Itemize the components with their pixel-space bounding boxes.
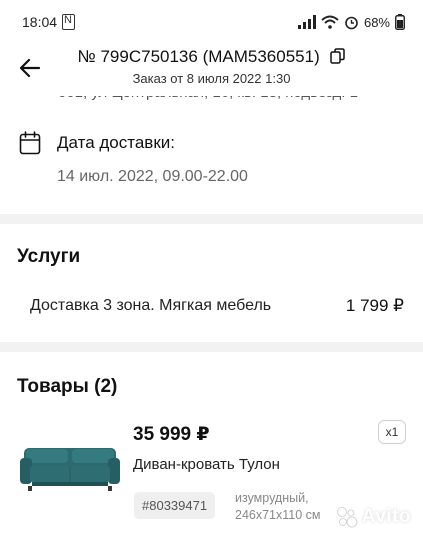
section-divider [0,214,423,224]
product-name[interactable]: Диван-кровать Тулон [133,456,280,473]
status-time: 18:04 [22,14,58,30]
order-date: Заказ от 8 июля 2022 1:30 [132,71,291,86]
service-price: 1 799 ₽ [345,296,404,315]
battery-percent: 68% [363,14,390,30]
status-icons: 68% [297,13,405,31]
order-number: № 799C750136 (MAM5360551) [77,47,320,66]
signal-icon [297,15,316,29]
product-dimensions: 246x71x110 см [235,508,321,522]
product-image[interactable] [18,438,122,494]
quantity-badge: x1 [378,420,406,444]
product-color: изумрудный, [235,491,309,505]
order-title: № 799C750136 (MAM5360551) [0,47,423,67]
products-title: Товары (2) [17,376,118,397]
product-price: 35 999 ₽ [133,424,210,445]
status-bar: 18:04 68% [0,0,423,44]
nfc-icon [62,14,75,30]
alarm-icon [345,16,358,29]
battery-icon [395,14,405,30]
copy-icon[interactable] [330,48,346,64]
avito-watermark: Avito [336,506,411,528]
delivery-date-label: Дата доставки: [57,133,175,152]
services-title: Услуги [17,246,81,267]
watermark-text: Avito [361,506,411,527]
sku-chip[interactable]: #80339471 [134,492,216,519]
product-attributes: изумрудный, 246x71x110 см [235,490,321,524]
calendar-icon [19,131,41,155]
avito-logo-icon [336,507,358,528]
service-name: Доставка 3 зона. Мягкая мебель [30,297,272,314]
wifi-icon [321,15,339,29]
order-header: № 799C750136 (MAM5360551) Заказ от 8 июл… [0,44,423,96]
section-divider [0,342,423,352]
delivery-date-value: 14 июл. 2022, 09.00-22.00 [57,168,248,185]
